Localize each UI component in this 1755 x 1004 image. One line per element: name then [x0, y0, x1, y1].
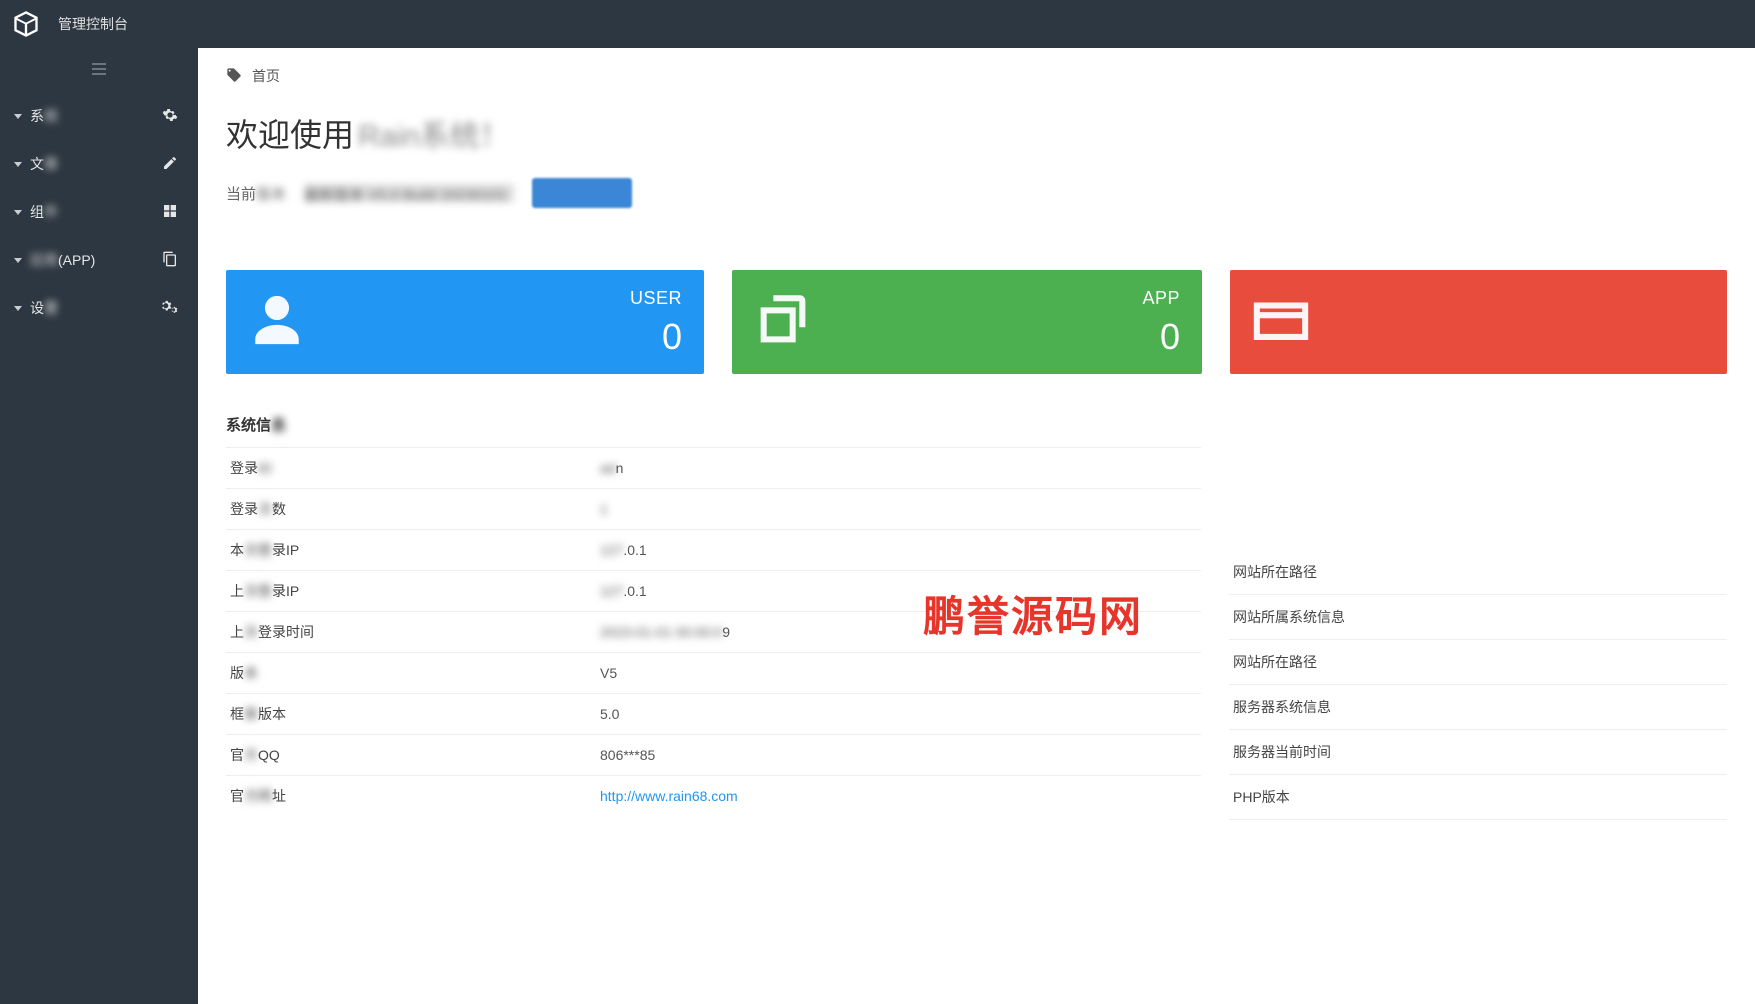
table-row: 登录IDadn	[226, 448, 1201, 489]
table-row: 框架版本5.0	[226, 694, 1201, 735]
welcome-subtitle: 当前版本 最新版本 V5.0 Build 20230101	[226, 178, 1727, 208]
credit-card-icon	[1252, 291, 1310, 354]
breadcrumb-home[interactable]: 首页	[252, 66, 280, 86]
breadcrumb: 首页	[198, 48, 1755, 100]
gear-icon	[162, 107, 178, 126]
list-item: 网站所在路径	[1229, 640, 1727, 685]
chevron-down-icon	[14, 258, 22, 263]
system-info-panel: 系统信息 登录IDadn登录次数1本次登录IP127.0.1上次登录IP127.…	[226, 410, 1201, 820]
table-row: 登录次数1	[226, 489, 1201, 530]
stat-card-card[interactable]	[1230, 270, 1727, 374]
table-row: 官方QQ806***85	[226, 735, 1201, 776]
main-content: 首页 欢迎使用Rain系统！ 当前版本 最新版本 V5.0 Build 2023…	[198, 48, 1755, 1004]
card-label: USER	[630, 288, 682, 309]
list-item: 服务器系统信息	[1229, 685, 1727, 730]
user-icon	[248, 291, 306, 354]
chevron-down-icon	[14, 210, 22, 215]
nav-app[interactable]: 应用(APP)	[0, 236, 198, 284]
card-label: APP	[1142, 288, 1180, 309]
stat-card-app[interactable]: APP 0	[732, 270, 1202, 374]
nav-settings[interactable]: 设置	[0, 284, 198, 332]
panel-title: 系统信息	[226, 410, 1201, 443]
copy-icon	[162, 251, 178, 270]
list-item: PHP版本	[1229, 775, 1727, 820]
list-item: 服务器当前时间	[1229, 730, 1727, 775]
table-row: 本次登录IP127.0.1	[226, 530, 1201, 571]
nav-component[interactable]: 组件	[0, 188, 198, 236]
nav-system[interactable]: 系统	[0, 92, 198, 140]
nav-article[interactable]: 文章	[0, 140, 198, 188]
chevron-down-icon	[14, 306, 22, 311]
header-title: 管理控制台	[58, 14, 128, 34]
table-row: 上次登录IP127.0.1	[226, 571, 1201, 612]
stat-card-user[interactable]: USER 0	[226, 270, 704, 374]
list-item: 网站所属系统信息	[1229, 595, 1727, 640]
app-logo-icon	[12, 10, 40, 38]
version-badge[interactable]	[532, 178, 632, 208]
tag-icon	[226, 67, 242, 86]
edit-icon	[162, 155, 178, 174]
welcome-title: 欢迎使用Rain系统！	[226, 110, 1727, 156]
grid-icon	[162, 203, 178, 222]
table-row: 版本V5	[226, 653, 1201, 694]
server-info-panel: 网站所在路径网站所属系统信息网站所在路径服务器系统信息服务器当前时间PHP版本	[1229, 410, 1727, 820]
chevron-down-icon	[14, 114, 22, 119]
header-bar: 管理控制台	[0, 0, 1755, 48]
chevron-down-icon	[14, 162, 22, 167]
sidebar: 系统 文章 组件 应用(APP)	[0, 48, 198, 1004]
stats-cards: USER 0 APP 0	[226, 270, 1727, 374]
table-row: 官方网址http://www.rain68.com	[226, 776, 1201, 817]
system-info-table: 登录IDadn登录次数1本次登录IP127.0.1上次登录IP127.0.1上次…	[226, 447, 1201, 816]
gears-icon	[160, 299, 178, 318]
card-value: 0	[1142, 317, 1180, 357]
table-row: 上次登录时间2023-01-01 00:00:09	[226, 612, 1201, 653]
card-value: 0	[630, 317, 682, 357]
sidebar-toggle[interactable]	[0, 48, 198, 92]
list-item: 网站所在路径	[1229, 550, 1727, 595]
copy-icon	[754, 291, 812, 354]
